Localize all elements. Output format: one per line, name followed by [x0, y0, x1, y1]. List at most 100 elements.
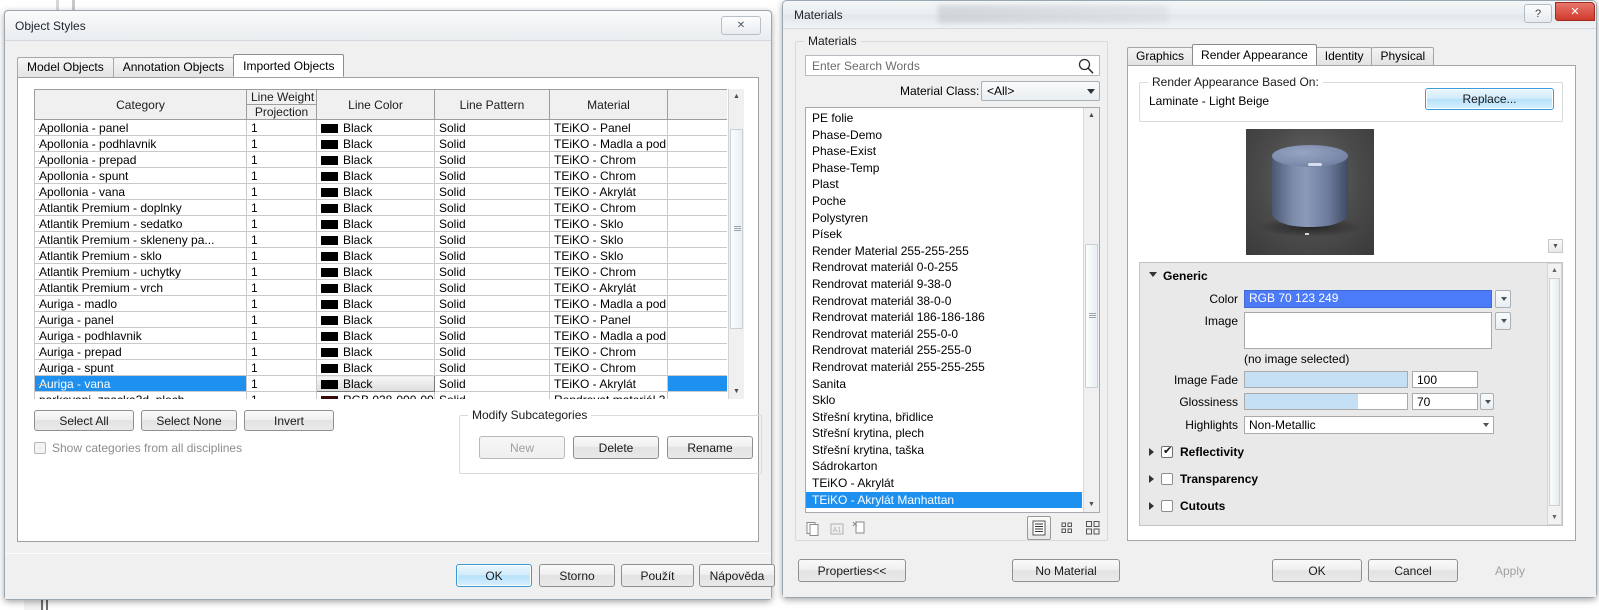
cell-line-pattern[interactable]: Solid	[434, 215, 550, 232]
duplicate-icon[interactable]	[805, 520, 823, 538]
cell-line-pattern[interactable]: Solid	[434, 247, 550, 264]
help-button[interactable]: Nápověda	[699, 564, 775, 587]
list-item[interactable]: Polystyren	[806, 210, 1082, 227]
cell-line-pattern[interactable]: Solid	[434, 343, 550, 360]
materials-scroll-down-icon[interactable]: ▼	[1084, 497, 1099, 512]
cell-line-color[interactable]: Black	[316, 359, 435, 376]
header-category[interactable]: Category	[34, 89, 247, 120]
table-row[interactable]: Atlantik Premium - sklo 1 Black Solid TEiKO …	[34, 247, 727, 264]
object-styles-close-icon[interactable]: ✕	[721, 16, 761, 35]
cell-line-pattern[interactable]: Solid	[434, 151, 550, 168]
cell-line-color[interactable]: Black	[316, 247, 435, 264]
cell-line-color[interactable]: RGB 038-000-000	[316, 391, 435, 399]
tab-annotation-objects[interactable]: Annotation Objects	[112, 57, 235, 77]
cell-line-weight[interactable]: 1	[246, 343, 317, 360]
cell-line-pattern[interactable]: Solid	[434, 279, 550, 296]
color-value-field[interactable]: RGB 70 123 249	[1244, 290, 1492, 308]
cell-category[interactable]: Atlantik Premium - skleneny pa...	[34, 231, 247, 248]
list-item[interactable]: Poche	[806, 193, 1082, 210]
generic-section-header[interactable]: Generic	[1149, 269, 1208, 283]
materials-scroll-up-icon[interactable]: ▲	[1084, 108, 1099, 123]
materials-scrollbar-thumb[interactable]	[1085, 244, 1098, 388]
transparency-checkbox[interactable]	[1161, 473, 1173, 485]
help-icon[interactable]: ?	[1524, 4, 1552, 23]
property-scroll-down-icon[interactable]: ▼	[1548, 511, 1561, 524]
cutouts-checkbox[interactable]	[1161, 500, 1173, 512]
table-row[interactable]: Apollonia - podhlavnik 1 Black Solid TEiKO -…	[34, 135, 727, 152]
cell-line-weight[interactable]: 1	[246, 199, 317, 216]
list-item[interactable]: Střešní krytina, břidlice	[806, 409, 1082, 426]
cell-line-pattern[interactable]: Solid	[434, 359, 550, 376]
cell-line-pattern[interactable]: Solid	[434, 135, 550, 152]
cell-line-pattern[interactable]: Solid	[434, 311, 550, 328]
cell-material[interactable]: TEiKO - Akrylát	[549, 183, 668, 200]
image-field[interactable]	[1244, 312, 1492, 349]
select-none-button[interactable]: Select None	[141, 410, 237, 431]
no-material-button[interactable]: No Material	[1012, 559, 1120, 582]
cell-line-weight[interactable]: 1	[246, 279, 317, 296]
cell-category[interactable]: Auriga - madlo	[34, 295, 247, 312]
cell-category[interactable]: Atlantik Premium - vrch	[34, 279, 247, 296]
cell-material[interactable]: TEiKO - Sklo	[549, 215, 668, 232]
list-item[interactable]: Phase-Demo	[806, 127, 1082, 144]
image-fade-value-field[interactable]: 100	[1412, 371, 1478, 388]
list-item[interactable]: Písek	[806, 226, 1082, 243]
apply-button[interactable]: Použít	[621, 564, 694, 587]
tab-render-appearance[interactable]: Render Appearance	[1192, 44, 1317, 65]
materials-ok-button[interactable]: OK	[1272, 559, 1362, 582]
image-fade-slider[interactable]	[1244, 371, 1408, 388]
list-view-icon[interactable]	[1027, 516, 1051, 540]
cell-category[interactable]: Atlantik Premium - doplnky	[34, 199, 247, 216]
list-item[interactable]: Rendrovat materiál 38-0-0	[806, 293, 1082, 310]
tab-imported-objects[interactable]: Imported Objects	[233, 54, 345, 77]
cell-line-color[interactable]: Black	[316, 135, 435, 152]
large-grid-icon[interactable]	[1084, 519, 1102, 537]
cell-category[interactable]: Auriga - panel	[34, 311, 247, 328]
select-all-button[interactable]: Select All	[34, 410, 134, 431]
table-row[interactable]: Atlantik Premium - vrch 1 Black Solid TEiKO …	[34, 279, 727, 296]
invert-button[interactable]: Invert	[244, 410, 334, 431]
glossiness-stepper[interactable]	[1480, 393, 1494, 410]
cell-material[interactable]: TEiKO - Chrom	[549, 151, 668, 168]
cell-line-pattern[interactable]: Solid	[434, 375, 550, 392]
list-item[interactable]: Sádrokarton	[806, 458, 1082, 475]
cell-line-pattern[interactable]: Solid	[434, 183, 550, 200]
cell-category[interactable]: Apollonia - spunt	[34, 167, 247, 184]
cell-line-pattern[interactable]: Solid	[434, 167, 550, 184]
cell-material[interactable]: TEiKO - Akrylát	[549, 375, 668, 392]
table-row[interactable]: Auriga - prepad 1 Black Solid TEiKO - Chrom	[34, 343, 727, 360]
cell-material[interactable]: TEiKO - Madla a pod...	[549, 135, 668, 152]
cell-material[interactable]: TEiKO - Chrom	[549, 359, 668, 376]
cutouts-section-row[interactable]: Cutouts	[1149, 499, 1225, 513]
table-row[interactable]: Auriga - panel 1 Black Solid TEiKO - Panel	[34, 311, 727, 328]
cell-line-color[interactable]: Black	[316, 199, 435, 216]
cell-category[interactable]: Atlantik Premium - uchytky	[34, 263, 247, 280]
cell-line-weight[interactable]: 1	[246, 263, 317, 280]
property-grid-scrollbar[interactable]: ▲ ▼	[1547, 263, 1562, 525]
table-row[interactable]: Apollonia - prepad 1 Black Solid TEiKO - Chr…	[34, 151, 727, 168]
material-class-dropdown[interactable]: <All>	[981, 81, 1100, 101]
list-item[interactable]: Střešní krytina, taška	[806, 442, 1082, 459]
cell-category[interactable]: Atlantik Premium - sedatko	[34, 215, 247, 232]
transparency-section-row[interactable]: Transparency	[1149, 472, 1258, 486]
table-row[interactable]: Auriga - madlo 1 Black Solid TEiKO - Madla a…	[34, 295, 727, 312]
table-row[interactable]: Atlantik Premium - doplnky 1 Black Solid TEi…	[34, 199, 727, 216]
close-icon[interactable]: ✕	[1555, 2, 1595, 21]
list-item[interactable]: Střešní krytina, plech	[806, 425, 1082, 442]
property-scroll-up-icon[interactable]: ▲	[1548, 264, 1561, 277]
cell-line-pattern[interactable]: Solid	[434, 327, 550, 344]
cell-line-color[interactable]: Black	[316, 215, 435, 232]
cell-category[interactable]: Apollonia - vana	[34, 183, 247, 200]
table-row[interactable]: Apollonia - vana 1 Black Solid TEiKO - Akryl…	[34, 183, 727, 200]
scroll-down-arrow-icon[interactable]: ▼	[729, 384, 744, 399]
cell-material[interactable]: TEiKO - Akrylát	[549, 279, 668, 296]
cell-line-weight[interactable]: 1	[246, 135, 317, 152]
header-line-pattern[interactable]: Line Pattern	[434, 89, 550, 120]
cell-line-color[interactable]: Black	[316, 279, 435, 296]
glossiness-slider[interactable]	[1244, 393, 1408, 410]
cell-line-weight[interactable]: 1	[246, 231, 317, 248]
materials-list-scrollbar[interactable]: ▲ ▼	[1083, 108, 1099, 512]
cell-line-color[interactable]: Black	[316, 263, 435, 280]
table-row[interactable]: Atlantik Premium - skleneny pa... 1 Black S…	[34, 231, 727, 248]
list-item[interactable]: TEiKO - Akrylát	[806, 475, 1082, 492]
